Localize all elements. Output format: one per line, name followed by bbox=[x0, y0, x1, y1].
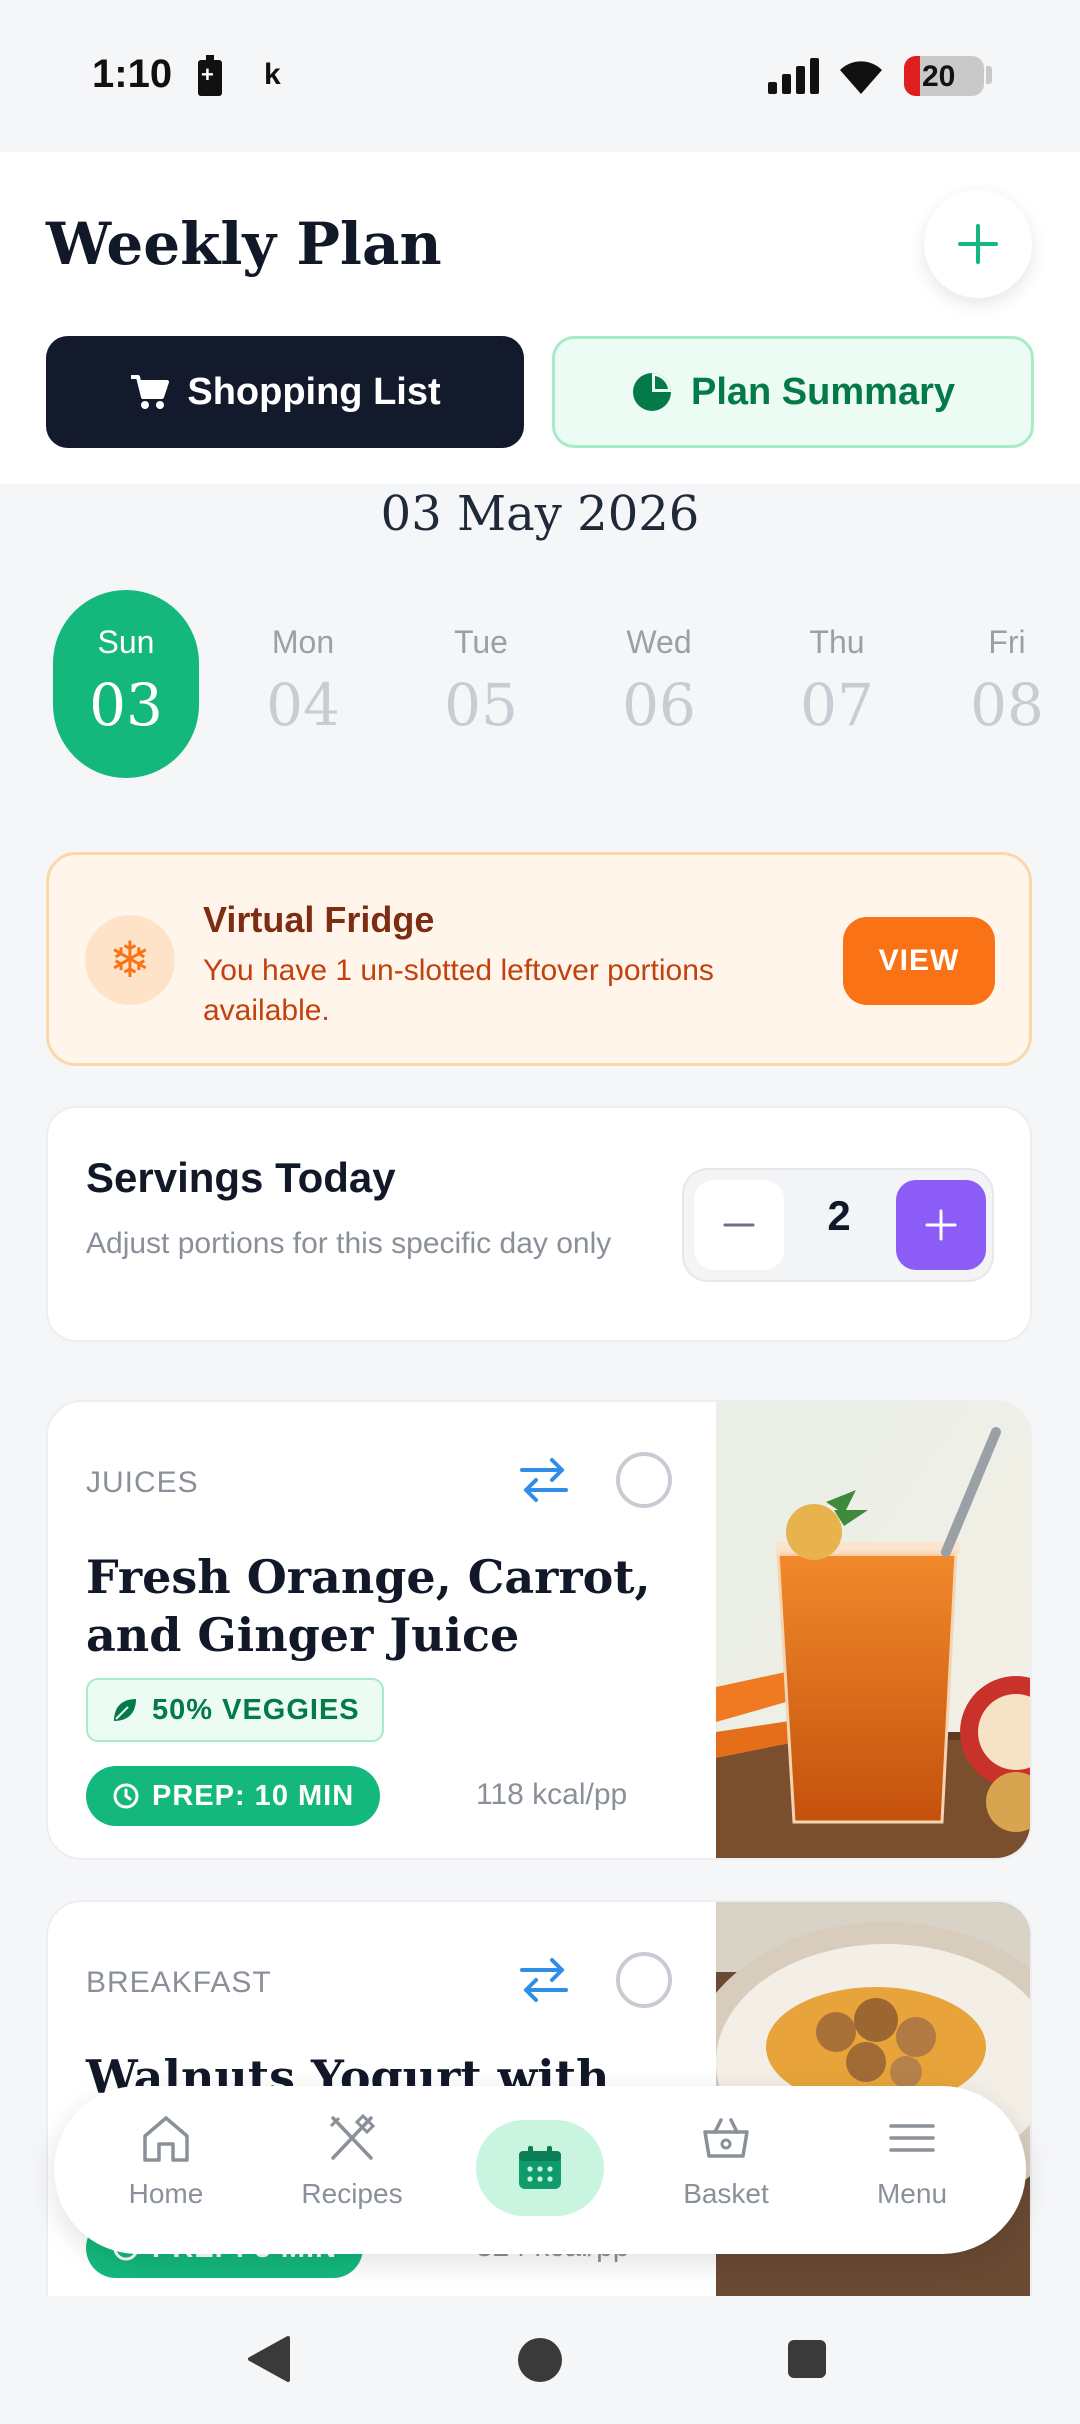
servings-value: 2 bbox=[827, 1192, 851, 1239]
virtual-fridge-card: ❄ Virtual Fridge You have 1 un-slotted l… bbox=[46, 852, 1032, 1066]
day-name: Sun bbox=[97, 624, 155, 660]
wifi-icon bbox=[840, 61, 882, 94]
day-mon[interactable]: Mon 04 bbox=[230, 590, 376, 778]
servings-stepper: 2 bbox=[682, 1168, 994, 1282]
menu-icon bbox=[889, 2124, 935, 2152]
nav-home[interactable]: Home bbox=[91, 2112, 241, 2232]
nav-home-label: Home bbox=[128, 2178, 204, 2209]
day-tue[interactable]: Tue 05 bbox=[408, 590, 554, 778]
nav-recipes[interactable]: Recipes bbox=[277, 2112, 427, 2232]
home-circle-icon[interactable] bbox=[516, 2336, 564, 2384]
plan-summary-button[interactable]: Plan Summary bbox=[552, 336, 1034, 448]
recipe-done-checkbox[interactable] bbox=[616, 1952, 672, 2008]
servings-subtitle: Adjust portions for this specific day on… bbox=[86, 1227, 612, 1260]
fridge-title: Virtual Fridge bbox=[203, 899, 435, 940]
recipe-category: JUICES bbox=[86, 1466, 199, 1499]
day-number: 06 bbox=[622, 671, 696, 739]
recipe-title: Fresh Orange, Carrot, and Ginger Juice bbox=[86, 1550, 651, 1662]
pie-chart-icon bbox=[633, 373, 671, 411]
recipe-image bbox=[716, 1402, 1030, 1858]
status-bar: 1:10 k 20 bbox=[0, 0, 1080, 152]
recipe-category: BREAKFAST bbox=[86, 1966, 272, 1999]
recipe-done-checkbox[interactable] bbox=[616, 1452, 672, 1508]
nav-basket-label: Basket bbox=[683, 2178, 769, 2209]
increase-servings-button[interactable] bbox=[896, 1180, 986, 1270]
shopping-list-button[interactable]: Shopping List bbox=[46, 336, 524, 448]
status-time: 1:10 bbox=[92, 52, 173, 96]
veggies-badge: 50% VEGGIES bbox=[86, 1678, 384, 1742]
day-fri[interactable]: Fri 08 bbox=[934, 590, 1080, 778]
day-name: Fri bbox=[988, 624, 1026, 660]
bottom-navigation: Home Recipes Basket Menu bbox=[54, 2086, 1026, 2254]
plus-icon bbox=[958, 224, 998, 264]
servings-card: Servings Today Adjust portions for this … bbox=[46, 1106, 1032, 1342]
fridge-message: You have 1 un-slotted leftover portions … bbox=[203, 954, 714, 1027]
prep-time-label: PREP: 10 MIN bbox=[152, 1779, 355, 1812]
notification-icon: k bbox=[264, 58, 281, 91]
view-fridge-button[interactable]: VIEW bbox=[843, 917, 995, 1005]
nav-basket[interactable]: Basket bbox=[651, 2112, 801, 2232]
cart-icon bbox=[131, 375, 170, 409]
nav-menu[interactable]: Menu bbox=[837, 2112, 987, 2232]
battery-saver-icon bbox=[198, 55, 222, 96]
shopping-list-label: Shopping List bbox=[187, 370, 441, 413]
signal-icon bbox=[768, 58, 820, 94]
day-thu[interactable]: Thu 07 bbox=[764, 590, 910, 778]
recipe-card[interactable]: JUICES Fresh Orange, Carrot, and Ginger … bbox=[46, 1400, 1032, 1860]
swap-icon[interactable] bbox=[516, 1452, 572, 1508]
nav-plan[interactable] bbox=[476, 2120, 604, 2216]
back-icon[interactable] bbox=[246, 2334, 292, 2384]
day-sun[interactable]: Sun 03 bbox=[53, 590, 199, 778]
current-date: 03 May 2026 bbox=[380, 486, 700, 542]
leaf-icon bbox=[114, 1699, 136, 1721]
day-wed[interactable]: Wed 06 bbox=[586, 590, 732, 778]
home-icon bbox=[143, 2116, 189, 2162]
day-name: Mon bbox=[271, 624, 335, 660]
day-number: 07 bbox=[800, 671, 874, 739]
utensils-icon bbox=[329, 2113, 376, 2160]
decrease-servings-button[interactable] bbox=[694, 1180, 784, 1270]
nav-menu-label: Menu bbox=[876, 2178, 948, 2209]
system-navigation-bar bbox=[0, 2296, 1080, 2424]
day-number: 03 bbox=[89, 671, 163, 739]
day-selector: Sun 03 Mon 04 Tue 05 Wed 06 Thu 07 Fri 0… bbox=[0, 590, 1080, 780]
veggies-label: 50% VEGGIES bbox=[152, 1693, 360, 1726]
day-name: Tue bbox=[454, 624, 508, 660]
day-number: 05 bbox=[444, 671, 518, 739]
plan-summary-label: Plan Summary bbox=[691, 370, 955, 413]
nav-recipes-label: Recipes bbox=[301, 2178, 403, 2209]
day-name: Wed bbox=[626, 624, 692, 660]
minus-icon bbox=[723, 1223, 755, 1227]
clock-icon bbox=[113, 1783, 139, 1809]
add-plan-button[interactable] bbox=[924, 190, 1032, 298]
servings-title: Servings Today bbox=[86, 1154, 396, 1201]
page-title: Weekly Plan bbox=[46, 210, 442, 278]
calendar-icon bbox=[519, 2146, 561, 2189]
recents-icon[interactable] bbox=[786, 2338, 828, 2380]
battery-level: 20 bbox=[922, 60, 956, 93]
snowflake-icon: ❄ bbox=[85, 915, 175, 1005]
swap-icon[interactable] bbox=[516, 1952, 572, 2008]
basket-icon bbox=[703, 2118, 749, 2158]
day-number: 04 bbox=[266, 671, 340, 739]
day-number: 08 bbox=[970, 671, 1044, 739]
plus-icon bbox=[925, 1209, 957, 1241]
day-name: Thu bbox=[809, 624, 865, 660]
battery-icon: 20 bbox=[904, 56, 984, 96]
prep-time-badge: PREP: 10 MIN bbox=[86, 1766, 381, 1826]
recipe-kcal: 118 kcal/pp bbox=[476, 1778, 628, 1811]
header: Weekly Plan Shopping List Plan Summary bbox=[0, 152, 1080, 484]
